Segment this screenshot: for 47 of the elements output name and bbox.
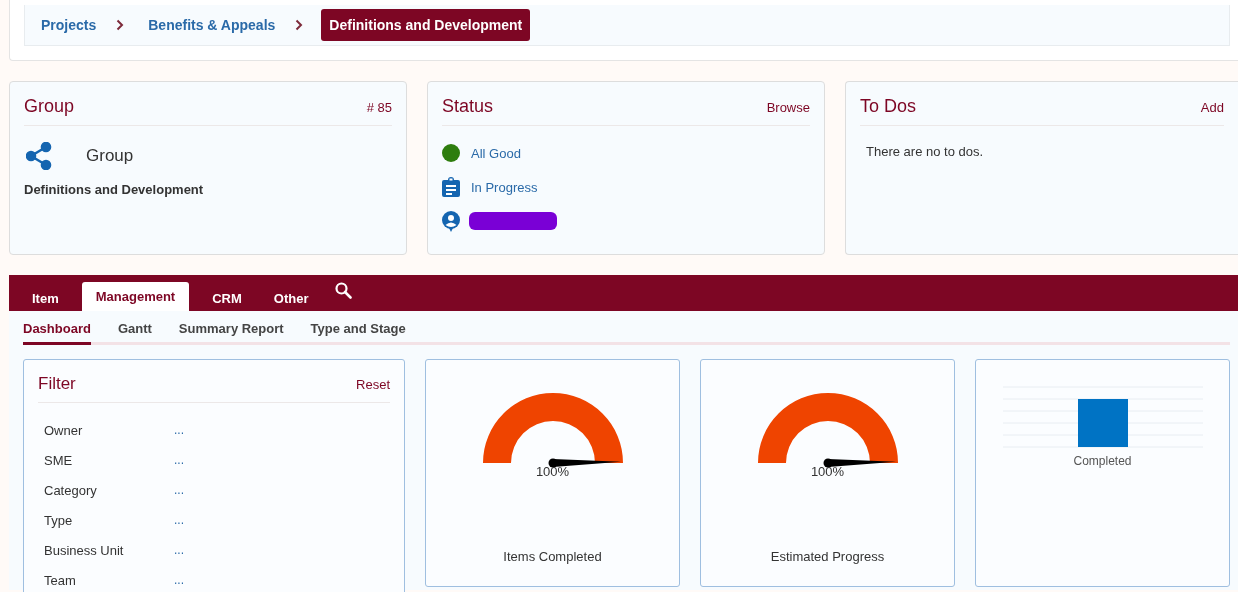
subtab[interactable]: Dashboard	[23, 321, 91, 345]
filter-label: Owner	[44, 422, 84, 438]
subtab[interactable]: Type and Stage	[310, 321, 406, 345]
breadcrumb-link[interactable]: Definitions and Development	[321, 9, 531, 41]
bar-label: Completed	[1073, 454, 1132, 468]
tab[interactable]: CRM	[203, 285, 251, 311]
gauge-value: 100%	[810, 464, 845, 479]
status-link[interactable]: All Good	[471, 145, 521, 161]
search-icon[interactable]	[335, 282, 353, 299]
gauge-label: Estimated Progress	[770, 549, 885, 564]
gauge-label: Items Completed	[503, 549, 602, 564]
filter-label: Category	[44, 482, 98, 498]
breadcrumb-link[interactable]: Projects	[35, 11, 103, 39]
filter-value-link[interactable]: ...	[174, 513, 184, 527]
filter-title: Filter	[38, 374, 76, 394]
chevron-icon	[116, 19, 125, 31]
filter-value-link[interactable]: ...	[174, 453, 184, 467]
status-link[interactable]: In Progress	[471, 179, 538, 195]
gauge-value: 100%	[535, 464, 570, 479]
reset-link[interactable]: Reset	[356, 377, 390, 392]
filter-label: Business Unit	[44, 542, 125, 558]
clipboard-icon	[442, 177, 460, 197]
filter-value-link[interactable]: ...	[174, 483, 184, 497]
tab[interactable]: Management	[81, 282, 190, 311]
breadcrumb-link[interactable]: Benefits & Appeals	[142, 11, 282, 39]
user-icon	[442, 210, 460, 232]
subtab[interactable]: Gantt	[117, 321, 152, 345]
card-title: Status	[442, 96, 494, 117]
tab[interactable]: Item	[23, 285, 68, 311]
share-icon	[26, 142, 52, 170]
card-title: Group	[24, 96, 75, 117]
filter-label: SME	[44, 452, 74, 468]
filter-value-link[interactable]: ...	[174, 573, 184, 587]
group-number: # 85	[366, 100, 392, 115]
filter-value-link[interactable]: ...	[174, 423, 184, 437]
chevron-icon	[295, 19, 304, 31]
add-link[interactable]: Add	[1200, 100, 1224, 115]
browse-link[interactable]: Browse	[766, 100, 810, 115]
group-type: Group	[86, 146, 134, 166]
filter-label: Type	[44, 512, 74, 528]
empty-message: There are no to dos.	[866, 144, 985, 159]
tab[interactable]: Other	[264, 285, 318, 311]
filter-label: Team	[44, 572, 77, 588]
card-title: To Dos	[860, 96, 917, 117]
subtab[interactable]: Summary Report	[178, 321, 284, 345]
filter-value-link[interactable]: ...	[174, 543, 184, 557]
group-name: Definitions and Development	[24, 182, 205, 197]
